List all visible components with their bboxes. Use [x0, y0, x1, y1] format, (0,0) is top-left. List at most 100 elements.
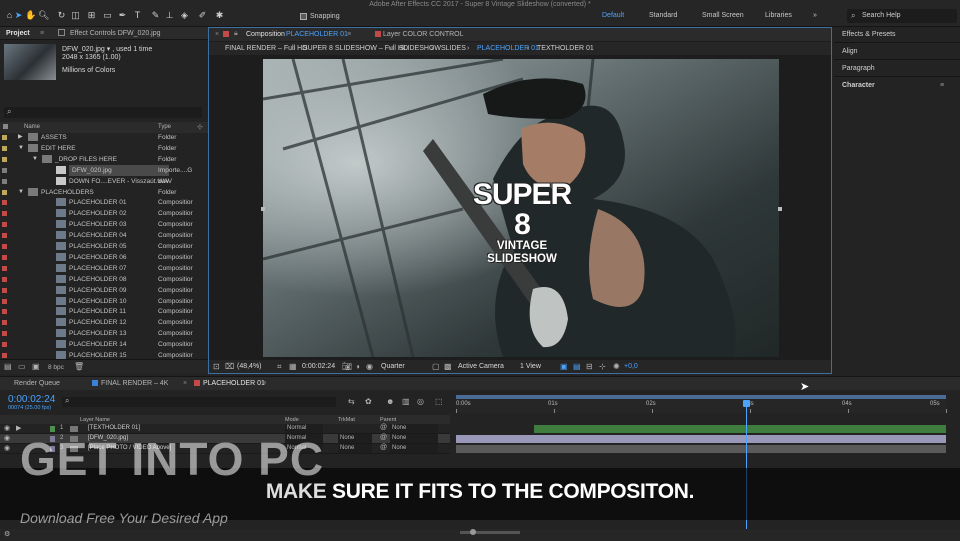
transform-handle-left[interactable] — [261, 207, 265, 211]
list-item[interactable]: ▼ _DROP FILES HERE Folder — [0, 154, 208, 165]
tab-render-queue[interactable]: Render Queue — [14, 380, 60, 387]
layer-search-input[interactable]: ⌕ — [62, 396, 336, 407]
list-item[interactable]: DOWN FO....EVER - Visszaút.wav WAV — [0, 176, 208, 187]
bit-depth-button[interactable]: 8 bpc — [48, 364, 64, 371]
flowchart-icon[interactable]: ⊹ — [197, 123, 203, 131]
list-item[interactable]: ▶ ASSETS Folder — [0, 132, 208, 143]
column-name[interactable]: Name — [24, 124, 40, 130]
expand-triangle-icon[interactable]: ▼ — [18, 187, 24, 198]
search-help-field[interactable]: ⌕ Search Help — [847, 9, 957, 23]
expand-triangle-icon[interactable]: ▼ — [18, 143, 24, 154]
parent-dropdown[interactable]: None — [390, 444, 438, 453]
composition-tab-prefix[interactable]: Composition — [246, 31, 285, 38]
list-item[interactable]: PLACEHOLDER 11 Compositior — [0, 306, 208, 317]
expand-triangle-icon[interactable]: ▶ — [18, 132, 23, 143]
list-item[interactable]: PLACEHOLDER 07 Compositior — [0, 263, 208, 274]
breadcrumb-item[interactable]: TEXTHOLDER 01 — [537, 45, 594, 52]
breadcrumb-item[interactable]: SLIDES — [441, 45, 466, 52]
interpret-footage-icon[interactable]: ▤ — [4, 362, 12, 371]
list-item[interactable]: PLACEHOLDER 13 Compositior — [0, 328, 208, 339]
toggle-pixel-icon[interactable]: ▣ — [560, 362, 568, 371]
roto-brush-tool-icon[interactable]: ✐ — [197, 10, 208, 21]
layer-duration-bar[interactable] — [456, 435, 946, 443]
workspace-standard[interactable]: Standard — [649, 12, 677, 19]
graph-editor-icon[interactable]: ⬚ — [435, 397, 443, 406]
hand-tool-icon[interactable]: ✋ — [25, 10, 36, 21]
panel-menu-icon[interactable]: ≡ — [262, 380, 266, 387]
new-folder-icon[interactable]: ▭ — [18, 362, 26, 371]
timeline-icon[interactable]: ⊟ — [586, 362, 593, 371]
list-item[interactable]: PLACEHOLDER 03 Compositior — [0, 219, 208, 230]
parent-dropdown[interactable]: None — [390, 424, 438, 433]
list-item[interactable]: PLACEHOLDER 01 Compositior — [0, 197, 208, 208]
close-icon[interactable]: × — [183, 380, 187, 387]
work-area-bar[interactable] — [456, 395, 946, 399]
breadcrumb-item[interactable]: SUPER 8 SLIDESHOW – Full HD — [303, 45, 408, 52]
pan-behind-tool-icon[interactable]: ⊞ — [86, 10, 97, 21]
workspace-small-screen[interactable]: Small Screen — [702, 12, 744, 19]
zoom-slider[interactable] — [460, 531, 520, 534]
transform-handle-right[interactable] — [778, 207, 782, 211]
zoom-dropdown[interactable]: (48,4%) — [237, 363, 262, 370]
panel-character[interactable]: Character — [842, 82, 875, 89]
visibility-eye-icon[interactable]: ◉ — [4, 444, 10, 452]
parent-pickwhip-icon[interactable]: @ — [380, 434, 387, 441]
fast-previews-icon[interactable]: ▤ — [573, 362, 581, 371]
new-composition-icon[interactable]: ▣ — [32, 362, 40, 371]
clone-stamp-tool-icon[interactable]: ⊥ — [164, 10, 175, 21]
snapshot-icon[interactable]: 📷︎ — [342, 362, 352, 371]
panel-menu-icon[interactable]: ≡ — [347, 31, 351, 38]
breadcrumb-item[interactable]: SLIDESHOW — [399, 45, 441, 52]
pen-tool-icon[interactable]: ✒ — [117, 10, 128, 21]
workspace-libraries[interactable]: Libraries — [765, 12, 792, 19]
fit-icon[interactable]: ⌗ — [277, 362, 282, 372]
delete-icon[interactable]: 🗑︎ — [74, 362, 84, 371]
parent-dropdown[interactable]: None — [390, 434, 438, 443]
panel-menu-icon[interactable]: ≡ — [40, 30, 44, 37]
more-workspaces-icon[interactable]: » — [813, 12, 817, 19]
panel-menu-icon[interactable]: ≡ — [940, 82, 944, 89]
time-ruler[interactable]: 0:00s01s02s03s04s05s — [456, 399, 947, 413]
trkmat-dropdown[interactable]: None — [338, 444, 372, 453]
toggle-switches-icon[interactable]: ⚙ — [4, 530, 10, 538]
show-snapshot-icon[interactable]: ◑ — [355, 362, 360, 371]
camera-dropdown[interactable]: Active Camera — [458, 363, 504, 370]
expand-triangle-icon[interactable]: ▼ — [32, 154, 38, 165]
list-item[interactable]: PLACEHOLDER 06 Compositior — [0, 252, 208, 263]
channel-icon[interactable]: ◉ — [366, 362, 373, 371]
viewer-timecode[interactable]: 0:00:02:24 — [302, 363, 335, 370]
parent-pickwhip-icon[interactable]: @ — [380, 424, 387, 431]
panel-effects-presets[interactable]: Effects & Presets — [842, 31, 896, 38]
selection-tool-icon[interactable]: ➤ — [13, 10, 24, 21]
visibility-eye-icon[interactable]: ◉ — [4, 424, 10, 432]
panel-align[interactable]: Align — [842, 48, 858, 55]
puppet-tool-icon[interactable]: ✱ — [214, 10, 225, 21]
timeline-timecode[interactable]: 0:00:02:24 — [8, 394, 55, 405]
zoom-tool-icon[interactable]: 🔍︎ — [38, 10, 49, 21]
column-parent[interactable]: Parent — [380, 417, 396, 423]
layer-duration-bar[interactable] — [534, 425, 946, 433]
type-tool-icon[interactable]: T — [132, 10, 143, 21]
column-layer-name[interactable]: Layer Name — [80, 417, 110, 423]
column-trkmat[interactable]: TrkMat — [338, 417, 355, 423]
list-item[interactable]: ▼ EDIT HERE Folder — [0, 143, 208, 154]
snapping-checkbox[interactable] — [300, 13, 307, 20]
layer-tab[interactable]: Layer COLOR CONTROL — [383, 31, 464, 38]
resolution-dropdown[interactable]: Quarter — [381, 363, 405, 370]
panel-paragraph[interactable]: Paragraph — [842, 65, 875, 72]
trkmat-dropdown[interactable]: None — [338, 434, 372, 443]
parent-pickwhip-icon[interactable]: @ — [380, 444, 387, 451]
flowchart-icon[interactable]: ⊹ — [599, 362, 606, 371]
column-type[interactable]: Type — [158, 124, 171, 130]
list-item[interactable]: PLACEHOLDER 10 Compositior — [0, 296, 208, 307]
project-search-input[interactable]: ⌕ — [4, 107, 202, 118]
list-item[interactable]: PLACEHOLDER 09 Compositior — [0, 285, 208, 296]
layer-duration-bar[interactable] — [456, 445, 946, 453]
list-item[interactable]: PLACEHOLDER 04 Compositior — [0, 230, 208, 241]
viewer-lock-icon[interactable]: 🔒︎ — [234, 30, 238, 38]
list-item[interactable]: PLACEHOLDER 02 Compositior — [0, 208, 208, 219]
list-item[interactable]: PLACEHOLDER 05 Compositior — [0, 241, 208, 252]
camera-tool-icon[interactable]: ◫ — [70, 10, 81, 21]
audio-speaker-icon[interactable]: ▶ — [16, 424, 21, 432]
layer-name[interactable]: [TEXTHOLDER 01] — [88, 425, 140, 431]
